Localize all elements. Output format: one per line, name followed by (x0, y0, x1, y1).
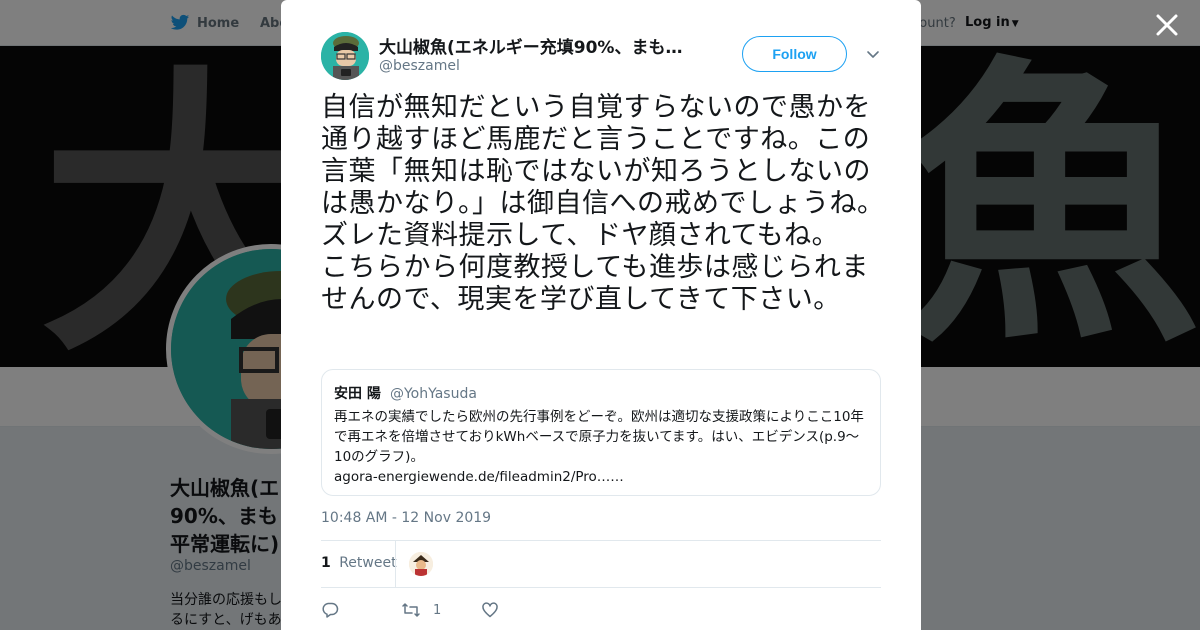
like-action[interactable] (481, 598, 499, 622)
retweet-action-count: 1 (433, 602, 442, 618)
reply-icon (322, 602, 339, 618)
tweet-text-paragraph: ズレた資料提示して、ドヤ顔されてもね。 (321, 220, 840, 251)
tweet-text-paragraph: 自信が無知だという自覚すらないので愚かを通り越すほど馬鹿だと言うことですね。この… (321, 92, 885, 219)
tweet-stats: 1 Retweet (321, 540, 881, 588)
author-avatar-illustration (321, 32, 369, 80)
retweet-stat-label: Retweet (339, 555, 397, 571)
tweet-timestamp[interactable]: 10:48 AM - 12 Nov 2019 (321, 510, 491, 526)
author-handle[interactable]: @beszamel (379, 58, 460, 74)
retweeter-avatar[interactable] (409, 552, 433, 576)
stats-divider (395, 541, 396, 587)
retweeter-avatar-illustration (409, 552, 433, 576)
quoted-author-name: 安田 陽 (334, 386, 381, 402)
reply-action[interactable] (321, 598, 339, 622)
tweet-permalink-modal: 大山椒魚(エネルギー充填90%、まも… @beszamel Follow 自信が… (281, 0, 921, 630)
close-icon[interactable] (1154, 12, 1180, 38)
quoted-tweet-link[interactable]: agora-energiewende.de/fileadmin2/Pro…… (334, 469, 624, 485)
chevron-down-icon[interactable] (865, 46, 881, 62)
retweet-icon (402, 603, 420, 617)
quoted-tweet-card[interactable]: 安田 陽 @YohYasuda 再エネの実績でしたら欧州の先行事例をどーぞ。欧州… (321, 369, 881, 496)
author-avatar[interactable] (321, 32, 369, 80)
like-icon (482, 602, 498, 618)
tweet-text-paragraph: こちらから何度教授しても進歩は感じられませんので、現実を学び直してきて下さい。 (321, 252, 869, 315)
tweet-text: 自信が無知だという自覚すらないので愚かを通り越すほど馬鹿だと言うことですね。この… (321, 92, 886, 316)
retweet-stat[interactable]: 1 Retweet (321, 555, 397, 571)
quoted-tweet-header: 安田 陽 @YohYasuda (334, 383, 868, 403)
tweet-actions: 1 (321, 598, 881, 622)
quoted-author-handle: @YohYasuda (389, 386, 477, 402)
quoted-tweet-body: 再エネの実績でしたら欧州の先行事例をどーぞ。欧州は適切な支援政策によりここ10年… (334, 409, 864, 465)
retweet-action[interactable]: 1 (401, 598, 441, 622)
author-display-name[interactable]: 大山椒魚(エネルギー充填90%、まも… (379, 33, 699, 58)
follow-button[interactable]: Follow (742, 36, 847, 72)
retweet-count: 1 (321, 555, 331, 571)
quoted-tweet-text: 再エネの実績でしたら欧州の先行事例をどーぞ。欧州は適切な支援政策によりここ10年… (334, 407, 868, 487)
